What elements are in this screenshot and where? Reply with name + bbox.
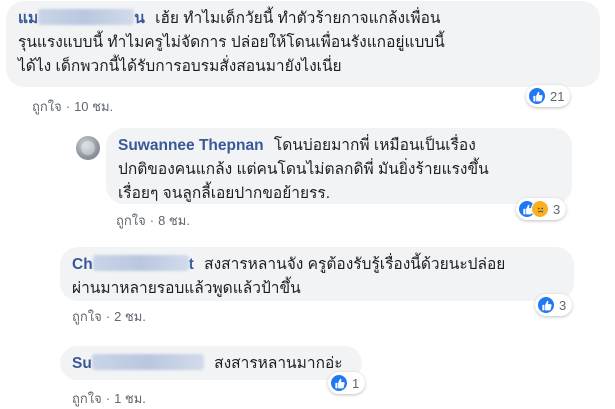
like-link[interactable]: ถูกใจ [32, 99, 62, 114]
commenter-name-2[interactable]: Suwannee Thepnan [118, 137, 264, 154]
name-redaction [38, 9, 135, 25]
name-redaction [92, 255, 189, 271]
comment-meta-3: ถูกใจ · 2 ชม. [72, 306, 146, 327]
like-link[interactable]: ถูกใจ [72, 391, 102, 406]
comment-meta-2: ถูกใจ · 8 ชม. [116, 210, 190, 231]
timestamp[interactable]: 2 ชม. [114, 309, 146, 324]
comment-text: เรื่อยๆ จนลูกลี้เอยปากขอย้ายรร. [118, 185, 331, 202]
comment-text: เฮ้ย ทำไมเด็กวัยนี้ ทำตัวร้ายกาจแกล้งเพื… [155, 10, 441, 27]
separator: · [149, 213, 155, 228]
like-reaction-icon [528, 87, 546, 105]
reaction-badge-4[interactable]: 1 [328, 372, 366, 394]
comment-bubble-3: Ch t สงสารหลานจัง ครูต้องรับรู้เรื่องนี้ด… [60, 247, 574, 301]
comment-3-line-1: Ch t สงสารหลานจัง ครูต้องรับรู้เรื่องนี้ด… [72, 253, 562, 277]
like-reaction-icon [330, 374, 348, 392]
like-link[interactable]: ถูกใจ [116, 213, 146, 228]
comment-bubble-4: Su สงสารหลานมากอ่ะ [60, 346, 362, 380]
avatar[interactable] [76, 136, 100, 160]
timestamp[interactable]: 8 ชม. [158, 213, 190, 228]
separator: · [105, 391, 111, 406]
separator: · [105, 309, 111, 324]
timestamp[interactable]: 1 ชม. [114, 391, 146, 406]
reaction-count: 1 [352, 375, 360, 391]
comment-text: โดนบ่อยมากพี่ เหมือนเป็นเรื่อง [273, 137, 476, 154]
comment-text: ปกติของคนแกล้ง แต่คนโดนไม่ตลกดิพี่ มันยิ… [118, 161, 489, 178]
comment-1-line-1: แมน เฮ้ย ทำไมเด็กวัยนี้ ทำตัวร้ายกาจแกล้… [18, 7, 588, 31]
timestamp[interactable]: 10 ชม. [74, 99, 113, 114]
reaction-badge-3[interactable]: 3 [535, 294, 573, 316]
comment-bubble-2: Suwannee Thepnan โดนบ่อยมากพี่ เหมือนเป็… [106, 128, 572, 204]
comment-2-line-1: Suwannee Thepnan โดนบ่อยมากพี่ เหมือนเป็… [118, 134, 560, 158]
separator: · [65, 99, 71, 114]
like-link[interactable]: ถูกใจ [72, 309, 102, 324]
commenter-name-4[interactable]: Su [72, 354, 204, 372]
sad-reaction-icon [531, 200, 549, 218]
like-reaction-icon [537, 296, 555, 314]
commenter-name-3[interactable]: Ch t [72, 255, 194, 273]
comment-text: สงสารหลานจัง ครูต้องรับรู้เรื่องนี้ด้วยน… [204, 256, 506, 273]
reaction-count: 3 [559, 297, 567, 313]
name-redaction [91, 354, 204, 370]
reaction-count: 3 [553, 201, 561, 217]
comment-meta-4: ถูกใจ · 1 ชม. [72, 388, 146, 409]
comment-text: ผ่านมาหลายรอบแล้วพูดแล้วป้าขึ้น [72, 280, 301, 297]
reaction-badge-1[interactable]: 21 [526, 85, 571, 107]
comment-bubble-1: แมน เฮ้ย ทำไมเด็กวัยนี้ ทำตัวร้ายกาจแกล้… [6, 1, 600, 87]
comment-text: สงสารหลานมากอ่ะ [214, 355, 343, 372]
reaction-badge-2[interactable]: 3 [516, 198, 567, 220]
comment-text: รุนแรงแบบนี้ ทำไมครูไม่จัดการ ปล่อยให้โด… [18, 34, 445, 51]
comment-4-line-1: Su สงสารหลานมากอ่ะ [72, 352, 350, 376]
comment-meta-1: ถูกใจ · 10 ชม. [32, 96, 113, 117]
reaction-count: 21 [550, 88, 565, 104]
commenter-name-1[interactable]: แมน [18, 9, 145, 27]
comment-text: ได้ไง เด็กพวกนี้ได้รับการอบรมสั่งสอนมายั… [18, 58, 342, 75]
